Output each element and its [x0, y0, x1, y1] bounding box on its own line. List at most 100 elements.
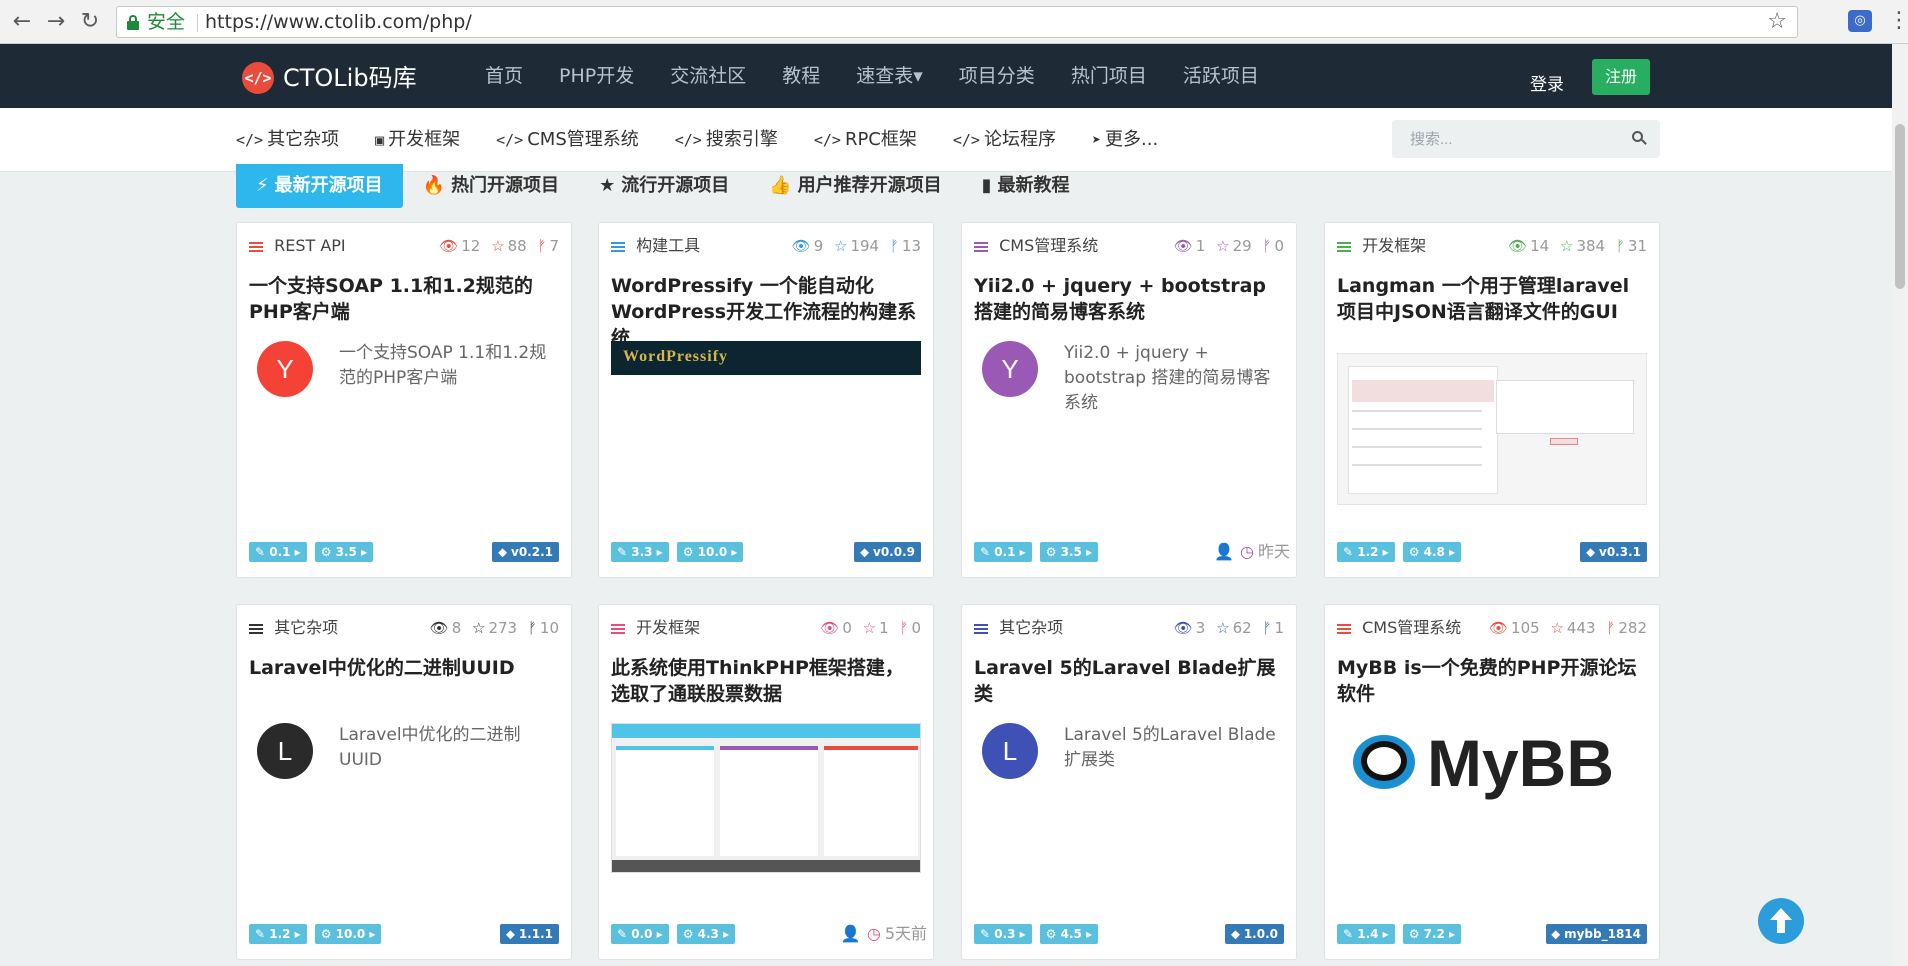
subnav-item-forum[interactable]: </> 论坛程序	[953, 108, 1056, 172]
nav-item-tutorials[interactable]: 教程	[782, 44, 820, 108]
address-bar[interactable]: 安全 https://www.ctolib.com/php/ ☆	[116, 6, 1798, 38]
subnav-item-rpc[interactable]: </> RPC框架	[814, 108, 917, 172]
pencil-badge: ✎ 1.4 ▸	[1337, 924, 1395, 944]
bookmark-star-icon[interactable]: ☆	[1767, 7, 1787, 37]
code-icon: </>	[813, 131, 841, 149]
gear-badge: ⚙ 4.8 ▸	[1402, 542, 1462, 562]
thumbnail-logo-text: WordPressify	[623, 348, 729, 365]
card-meta: 👤 ◷ 昨天	[1214, 542, 1290, 561]
browser-toolbar: ← → ↻ 安全 https://www.ctolib.com/php/ ☆ ◎…	[0, 0, 1908, 44]
card-title[interactable]: 此系统使用ThinkPHP框架搭建，选取了通联股票数据	[611, 655, 921, 707]
card-category[interactable]: 其它杂项	[999, 618, 1063, 637]
nav-item-active[interactable]: 活跃项目	[1183, 44, 1259, 108]
thumbs-up-icon: 👍	[769, 175, 792, 196]
register-button[interactable]: 注册	[1592, 59, 1650, 95]
subnav-item-misc[interactable]: </> 其它杂项	[236, 108, 339, 172]
list-icon	[249, 622, 263, 636]
card-stats: 👁 105 ☆ 443 ᚠ 282	[1489, 619, 1647, 637]
card-category[interactable]: 开发框架	[636, 618, 700, 637]
nav-item-home[interactable]: 首页	[485, 44, 523, 108]
project-card[interactable]: REST API 👁 12 ☆ 88 ᚠ7 一个支持SOAP 1.1和1.2规范的P…	[236, 222, 572, 578]
card-title[interactable]: WordPressify 一个能自动化WordPress开发工作流程的构建系统	[611, 273, 921, 351]
card-stats: 👁 12 ☆ 88 ᚠ7	[439, 237, 559, 255]
fork-icon: ᚠ	[1262, 237, 1272, 255]
pencil-badge: ✎ 1.2 ▸	[1337, 542, 1395, 562]
avatar: Y	[982, 341, 1038, 397]
fork-icon: ᚠ	[1606, 619, 1616, 637]
card-category[interactable]: CMS管理系统	[1362, 618, 1461, 637]
card-title[interactable]: Laravel中优化的二进制UUID	[249, 655, 559, 681]
bolt-icon: ⚡	[256, 175, 269, 196]
tab-tutorials[interactable]: ▮ 最新教程	[962, 164, 1090, 208]
tab-popular[interactable]: ★ 流行开源项目	[579, 164, 749, 208]
project-thumbnail: WordPressify	[611, 341, 921, 375]
main-nav: 首页 PHP开发 交流社区 教程 速查表▾ 项目分类 热门项目 活跃项目	[485, 44, 1295, 108]
forward-arrow-icon[interactable]: →	[42, 8, 70, 36]
card-category[interactable]: REST API	[274, 236, 346, 255]
clock-icon: ◷	[866, 924, 881, 943]
nav-item-hot[interactable]: 热门项目	[1071, 44, 1147, 108]
login-link[interactable]: 登录	[1530, 71, 1564, 99]
tab-recommended[interactable]: 👍 用户推荐开源项目	[749, 164, 961, 208]
subnav-item-cms[interactable]: </> CMS管理系统	[496, 108, 639, 172]
card-description: Yii2.0 + jquery + bootstrap 搭建的简易博客系统	[1064, 343, 1271, 413]
card-title[interactable]: Laravel 5的Laravel Blade扩展类	[974, 655, 1284, 707]
search-input[interactable]	[1392, 120, 1624, 158]
star-icon: ☆	[862, 619, 877, 637]
card-title[interactable]: MyBB is一个免费的PHP开源论坛软件	[1337, 655, 1647, 707]
nav-item-cheatsheet[interactable]: 速查表▾	[856, 44, 923, 108]
list-icon	[974, 240, 988, 254]
project-card[interactable]: 构建工具 👁 9 ☆ 194 ᚠ 13 WordPressify 一个能自动化Word…	[598, 222, 934, 578]
code-icon: </>	[236, 131, 264, 149]
project-thumbnail	[1337, 353, 1647, 505]
extension-icon[interactable]: ◎	[1848, 10, 1872, 32]
nav-item-php[interactable]: PHP开发	[559, 44, 634, 108]
card-title[interactable]: Langman 一个用于管理laravel项目中JSON语言翻译文件的GUI	[1337, 273, 1647, 325]
project-card[interactable]: 开发框架 👁 0 ☆ 1 ᚠ0 此系统使用ThinkPHP框架搭建，选取了通联股票数…	[598, 604, 934, 960]
card-category[interactable]: 构建工具	[636, 236, 700, 255]
fork-icon: ᚠ	[537, 237, 547, 255]
pencil-badge: ✎ 1.2 ▸	[249, 924, 307, 944]
card-stats: 👁 14 ☆ 384 ᚠ 31	[1508, 237, 1647, 255]
nav-item-community[interactable]: 交流社区	[670, 44, 746, 108]
card-category[interactable]: 其它杂项	[274, 618, 338, 637]
card-category[interactable]: 开发框架	[1362, 236, 1426, 255]
reload-icon[interactable]: ↻	[76, 8, 104, 36]
star-icon: ☆	[1216, 619, 1230, 637]
lock-icon	[127, 15, 139, 30]
back-arrow-icon[interactable]: ←	[8, 8, 36, 36]
scrollbar-thumb[interactable]	[1895, 124, 1905, 289]
page-scrollbar[interactable]	[1892, 44, 1908, 966]
card-category[interactable]: CMS管理系统	[999, 236, 1098, 255]
card-stats: 👁 1 ☆ 29 ᚠ0	[1173, 237, 1284, 255]
subnav-item-search-engine[interactable]: </> 搜索引擎	[675, 108, 778, 172]
tab-latest[interactable]: ⚡ 最新开源项目	[236, 164, 403, 208]
list-icon	[974, 622, 988, 636]
frame-icon: ▣	[375, 131, 385, 149]
subnav-item-more[interactable]: ➤ 更多...	[1092, 108, 1158, 172]
url-text[interactable]: https://www.ctolib.com/php/	[205, 7, 472, 37]
search-box	[1392, 120, 1660, 158]
site-name[interactable]: CTOLib码库	[283, 62, 417, 94]
browser-menu-icon[interactable]: ⋮	[1888, 6, 1908, 36]
project-card[interactable]: CMS管理系统 👁 1 ☆ 29 ᚠ0 Yii2.0 + jquery + boot…	[961, 222, 1297, 578]
user-icon: 👤	[840, 924, 861, 943]
subnav-item-framework[interactable]: ▣ 开发框架	[375, 108, 460, 172]
gear-badge: ⚙ 4.5 ▸	[1039, 924, 1099, 944]
eye-icon: 👁	[1173, 237, 1193, 255]
card-title[interactable]: Yii2.0 + jquery + bootstrap 搭建的简易博客系统	[974, 273, 1284, 325]
back-to-top-icon[interactable]	[1758, 898, 1804, 944]
project-tabs: ⚡ 最新开源项目 🔥 热门开源项目 ★ 流行开源项目 👍 用户推荐开源项目 ▮ 最新教程	[236, 164, 1090, 208]
project-card[interactable]: 开发框架 👁 14 ☆ 384 ᚠ 31 Langman 一个用于管理laravel项…	[1324, 222, 1660, 578]
category-bar: </> 其它杂项 ▣ 开发框架 </> CMS管理系统 </> 搜索引擎 </> RPC框…	[0, 108, 1892, 172]
logo-icon[interactable]: </>	[242, 62, 274, 94]
project-card[interactable]: 其它杂项 👁 8 ☆ 273 ᚠ 10 Laravel中优化的二进制UUID L La…	[236, 604, 572, 960]
project-card[interactable]: 其它杂项 👁 3 ☆ 62 ᚠ1 Laravel 5的Laravel Blade扩展…	[961, 604, 1297, 960]
tab-hot[interactable]: 🔥 热门开源项目	[403, 164, 579, 208]
nav-item-categories[interactable]: 项目分类	[959, 44, 1035, 108]
list-icon	[249, 240, 263, 254]
search-icon[interactable]	[1632, 131, 1647, 145]
project-card[interactable]: CMS管理系统 👁 105 ☆ 443 ᚠ 282 MyBB is一个免费的PHP开源…	[1324, 604, 1660, 960]
card-title[interactable]: 一个支持SOAP 1.1和1.2规范的PHP客户端	[249, 273, 559, 325]
gear-badge: ⚙ 10.0 ▸	[676, 542, 744, 562]
